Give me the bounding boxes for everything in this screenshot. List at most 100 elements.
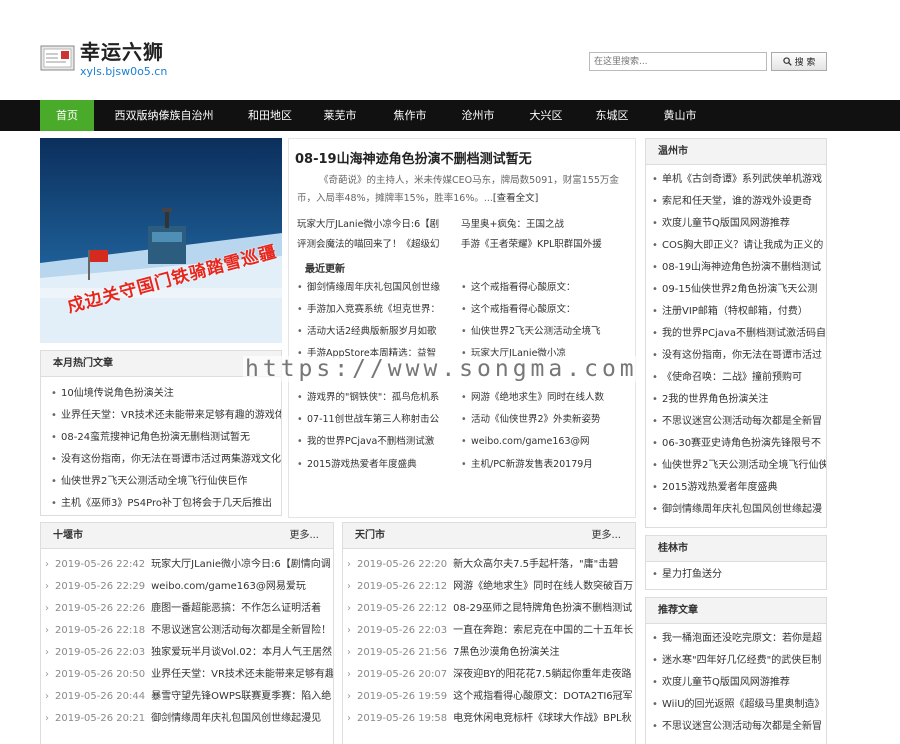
table-row[interactable]: 2019-05-26 22:03一直在奔跑：索尼克在中国的二十五年长	[345, 620, 635, 642]
panel-title: 温州市	[646, 139, 826, 165]
recent-item[interactable]: 2015游戏热爱者年度盛典	[297, 454, 457, 476]
panel-title-text: 十堰市	[53, 530, 83, 541]
list-item[interactable]: 索尼和任天堂，谁的游戏外设更奇	[650, 191, 826, 213]
list-item[interactable]: 《使命召唤：二战》撞前预购可	[650, 367, 826, 389]
list-item[interactable]: 08-19山海神迹角色扮演不删档测试	[650, 257, 826, 279]
list-item[interactable]: 迷水寒"四年好几亿经费"的武侠巨制	[650, 650, 826, 672]
list-item[interactable]: 没有这份指南，你无法在哥谭市活过两集游戏文化	[49, 449, 281, 471]
search-input[interactable]	[589, 52, 767, 71]
table-row[interactable]: 2019-05-26 22:26鹿图一番超能恶搞：不作怎么证明活着	[43, 598, 333, 620]
panel-title: 推荐文章	[646, 598, 826, 624]
list-item[interactable]: 08-24蛮荒搜神记角色扮演无删档测试暂无	[49, 427, 281, 449]
logo-envelope-icon[interactable]	[40, 42, 76, 72]
more-link[interactable]: 更多...	[289, 523, 319, 549]
nav-item[interactable]: 西双版纳傣族自治州	[100, 100, 228, 131]
list-item[interactable]: 2我的世界角色扮演关注	[650, 389, 826, 411]
search-button-label: 搜 索	[794, 58, 816, 68]
list-item[interactable]: 业界任天堂：VR技术还未能带来足够有趣的游戏体	[49, 405, 281, 427]
recent-item[interactable]: 游戏界的"钢铁侠"：孤鸟危机系	[297, 387, 457, 409]
guilin-panel: 桂林市 星力打鱼送分	[645, 535, 827, 590]
table-row[interactable]: 2019-05-26 19:58电竞休闲电竞标杆《球球大作战》BPL秋	[345, 708, 635, 730]
site-header: 幸运六狮 xyls.bjsw0o5.cn 搜 索	[0, 0, 900, 100]
search-icon	[782, 57, 792, 66]
watermark: https://www.songma.com	[243, 356, 640, 382]
table-row[interactable]: 2019-05-26 22:18不思议迷宫公测活动每次都是全新冒险！	[43, 620, 333, 642]
table-row[interactable]: 2019-05-26 22:03独家爱玩半月谈Vol.02：本月人气王居然	[43, 642, 333, 664]
shiyan-panel: 十堰市 更多... 2019-05-26 22:42玩家大厅JLanie微小凉今…	[40, 522, 334, 744]
list-item[interactable]: 御剑情缘周年庆礼包国风创世缘起漫	[650, 499, 826, 521]
recent-item[interactable]: 活动大话2经典版新服岁月如歌	[297, 321, 457, 343]
list-item[interactable]: 仙侠世界2飞天公测活动全境飞行仙侠巨作	[49, 471, 281, 493]
table-row[interactable]: 2019-05-26 20:50业界任天堂：VR技术还未能带来足够有趣	[43, 664, 333, 686]
table-row[interactable]: 2019-05-26 19:59这个戒指看得心酸原文：DOTA2TI6冠军	[345, 686, 635, 708]
nav-item[interactable]: 东城区	[584, 100, 640, 131]
wenzhou-panel: 温州市 单机《古剑奇谭》系列武侠单机游戏 索尼和任天堂，谁的游戏外设更奇 欢度儿…	[645, 138, 827, 528]
recent-item[interactable]: 07-11创世战车第三人称射击公	[297, 409, 457, 431]
list-item[interactable]: 单机《古剑奇谭》系列武侠单机游戏	[650, 169, 826, 191]
list-item[interactable]: COS胸大即正义？请让我成为正义的	[650, 235, 826, 257]
read-more-link[interactable]: [查看全文]	[493, 193, 538, 204]
recent-item[interactable]: 活动《仙侠世界2》外卖新姿势	[461, 409, 631, 431]
list-item[interactable]: 不思议迷宫公测活动每次都是全新冒	[650, 716, 826, 738]
featured-related[interactable]: 评测会魔法的喵回来了！《超级幻	[297, 235, 457, 255]
nav-item[interactable]: 大兴区	[518, 100, 574, 131]
recent-item[interactable]: 这个戒指看得心酸原文：	[461, 277, 631, 299]
featured-summary: 《奇葩说》的主持人，米未传媒CEO马东，牌局数5091，财富155万金币，入局率…	[297, 175, 619, 204]
list-item[interactable]: 06-30赛亚史诗角色扮演先锋限号不	[650, 433, 826, 455]
recent-item[interactable]: 主机/PC新游发售表20179月	[461, 454, 631, 476]
list-item[interactable]: 欢度儿童节Q版国风网游推荐	[650, 213, 826, 235]
featured-title[interactable]: 08-19山海神迹角色扮演不删档测试暂无	[295, 148, 532, 167]
table-row[interactable]: 2019-05-26 20:07深夜迎BY的阳花花7.5躺起你重年走夜路	[345, 664, 635, 686]
list-item[interactable]: 09-15仙侠世界2角色扮演飞天公测	[650, 279, 826, 301]
list-item[interactable]: 注册VIP邮箱（特权邮箱，付费）	[650, 301, 826, 323]
recent-item[interactable]: 我的世界PCjava不删档测试激	[297, 431, 457, 453]
more-link[interactable]: 更多...	[591, 523, 621, 549]
recommend-panel: 推荐文章 我一桶泡面还没吃完原文：若你是超 迷水寒"四年好几亿经费"的武侠巨制 …	[645, 597, 827, 744]
list-item[interactable]: 欢度儿童节Q版国风网游推荐	[650, 672, 826, 694]
nav-item[interactable]: 黄山市	[652, 100, 708, 131]
recent-item[interactable]: 仙侠世界2飞天公测活动全境飞	[461, 321, 631, 343]
hero-image[interactable]: 戍边关守国门铁骑踏雪巡疆	[40, 138, 282, 343]
nav-item[interactable]: 莱芜市	[312, 100, 368, 131]
table-row[interactable]: 2019-05-26 22:12网游《绝地求生》同时在线人数突破百万	[345, 576, 635, 598]
list-item[interactable]: WiiU的回光返照《超级马里奥制造》	[650, 694, 826, 716]
recent-item[interactable]: weibo.com/game163@网	[461, 431, 631, 453]
search-button[interactable]: 搜 索	[771, 52, 827, 71]
table-row[interactable]: 2019-05-26 21:567黑色沙漠角色扮演关注	[345, 642, 635, 664]
list-item[interactable]: 2015游戏热爱者年度盛典	[650, 477, 826, 499]
list-item[interactable]: 10仙境传说角色扮演关注	[49, 383, 281, 405]
list-item[interactable]: 主机《巫师3》PS4Pro补丁包将会于几天后推出	[49, 493, 281, 515]
featured-related[interactable]: 玩家大厅JLanie微小凉今日:6【剧	[297, 215, 457, 235]
featured-article: 08-19山海神迹角色扮演不删档测试暂无 《奇葩说》的主持人，米未传媒CEO马东…	[288, 138, 636, 518]
table-row[interactable]: 2019-05-26 20:21御剑情缘周年庆礼包国风创世缘起漫见	[43, 708, 333, 730]
recent-item[interactable]: 这个戒指看得心酸原文：	[461, 299, 631, 321]
table-row[interactable]: 2019-05-26 22:20新大众高尔夫7.5手起杆落，"庸"击碧	[345, 554, 635, 576]
nav-item[interactable]: 沧州市	[450, 100, 506, 131]
featured-related[interactable]: 马里奥+疯兔：王国之战	[461, 215, 631, 235]
recent-item[interactable]: 御剑情缘周年庆礼包国风创世缘	[297, 277, 457, 299]
nav-item[interactable]: 和田地区	[236, 100, 304, 131]
list-item[interactable]: 仙侠世界2飞天公测活动全境飞行仙侠	[650, 455, 826, 477]
nav-item-home[interactable]: 首页	[40, 100, 94, 131]
site-title[interactable]: 幸运六狮	[80, 36, 164, 65]
list-item[interactable]: 不思议迷宫公测活动每次都是全新冒	[650, 411, 826, 433]
list-item[interactable]: 星力打鱼送分	[650, 564, 826, 586]
table-row[interactable]: 2019-05-26 22:1208-29巫师之昆特牌角色扮演不删档测试	[345, 598, 635, 620]
list-item[interactable]: 没有这份指南，你无法在哥谭市活过	[650, 345, 826, 367]
list-item[interactable]: 我一桶泡面还没吃完原文：若你是超	[650, 628, 826, 650]
table-row[interactable]: 2019-05-26 22:29weibo.com/game163@网易爱玩	[43, 576, 333, 598]
panel-title: 十堰市 更多...	[41, 523, 333, 549]
tianmen-panel: 天门市 更多... 2019-05-26 22:20新大众高尔夫7.5手起杆落，…	[342, 522, 636, 744]
featured-related[interactable]: 手游《王者荣耀》KPL职群国外援	[461, 235, 631, 255]
panel-title-text: 天门市	[355, 530, 385, 541]
panel-title: 桂林市	[646, 536, 826, 562]
panel-title: 天门市 更多...	[343, 523, 635, 549]
nav-item[interactable]: 焦作市	[382, 100, 438, 131]
site-domain[interactable]: xyls.bjsw0o5.cn	[80, 65, 167, 78]
recent-item[interactable]: 手游加入竞赛系统《坦克世界：	[297, 299, 457, 321]
table-row[interactable]: 2019-05-26 20:44暴雪守望先锋OWPS联赛夏季赛：陷入绝	[43, 686, 333, 708]
list-item[interactable]: 我的世界PCjava不删档测试激活码自	[650, 323, 826, 345]
recent-updates-heading: 最近更新	[305, 264, 345, 275]
table-row[interactable]: 2019-05-26 22:42玩家大厅JLanie微小凉今日:6【剧情向调	[43, 554, 333, 576]
recent-item[interactable]: 网游《绝地求生》同时在线人数	[461, 387, 631, 409]
